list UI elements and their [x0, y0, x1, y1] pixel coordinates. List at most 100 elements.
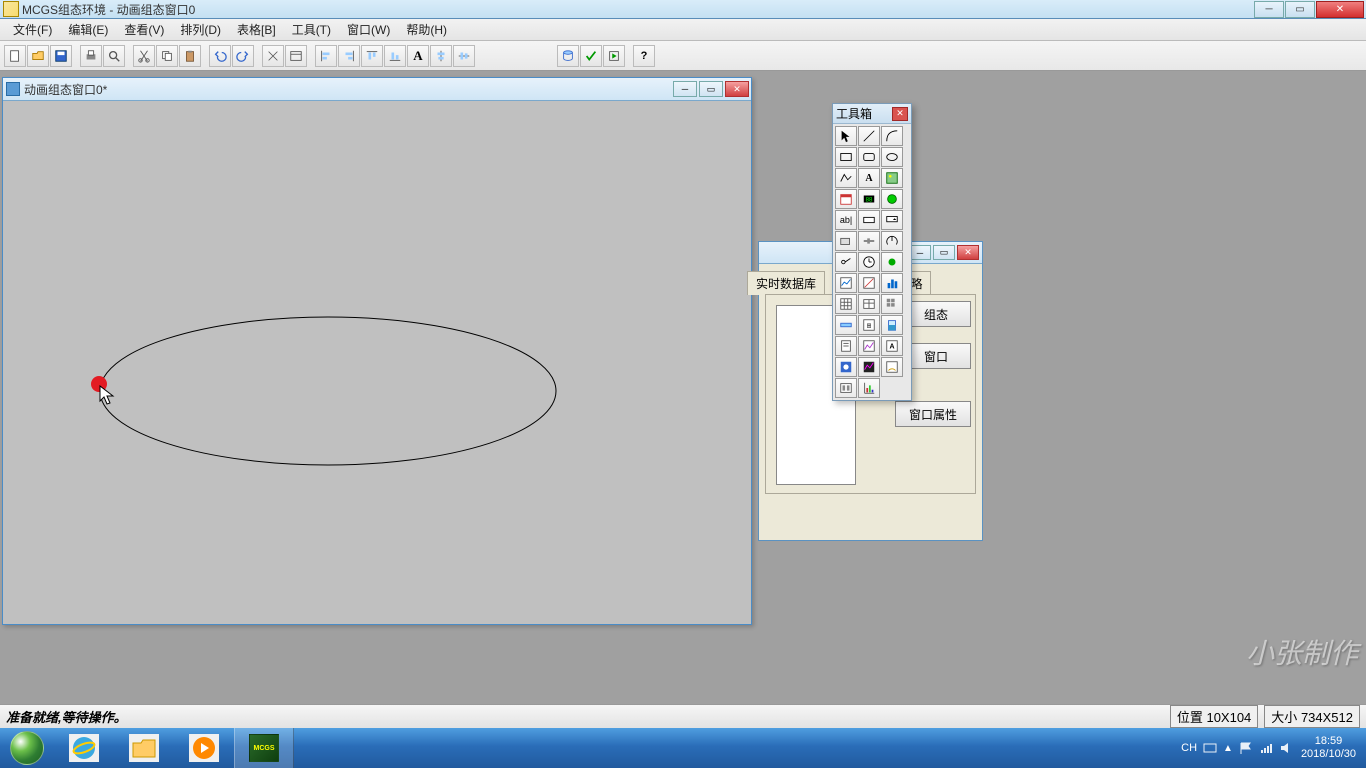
main-toolbar: A ? — [0, 41, 1366, 71]
tool-xy-icon[interactable] — [858, 273, 880, 293]
drawing-canvas[interactable] — [3, 101, 751, 624]
tb-new-icon[interactable] — [4, 45, 26, 67]
tb-align-vcenter-icon[interactable] — [453, 45, 475, 67]
ellipse-shape — [100, 317, 556, 465]
tb-font-icon[interactable]: A — [407, 45, 429, 67]
menu-window[interactable]: 窗口(W) — [339, 19, 398, 40]
tb-cut-icon[interactable] — [133, 45, 155, 67]
tool-component-icon[interactable] — [835, 378, 857, 398]
tb-align-hcenter-icon[interactable] — [430, 45, 452, 67]
tool-history-icon[interactable] — [858, 336, 880, 356]
tool-lamp-icon[interactable] — [881, 189, 903, 209]
tool-report-icon[interactable] — [835, 336, 857, 356]
taskbar-ie[interactable] — [54, 728, 114, 768]
tool-pipe-icon[interactable] — [835, 315, 857, 335]
panel-btn-winprops[interactable]: 窗口属性 — [895, 401, 971, 427]
tb-check-icon[interactable] — [580, 45, 602, 67]
panel-maximize-button[interactable]: ▭ — [933, 245, 955, 260]
tb-save-icon[interactable] — [50, 45, 72, 67]
tool-arc-icon[interactable] — [881, 126, 903, 146]
tb-redo-icon[interactable] — [232, 45, 254, 67]
tb-preview-icon[interactable] — [103, 45, 125, 67]
menu-tools[interactable]: 工具(T) — [284, 19, 339, 40]
maximize-button[interactable]: ▭ — [1285, 1, 1315, 18]
tray-flag-icon[interactable] — [1239, 741, 1253, 755]
tray-volume-icon[interactable] — [1279, 741, 1293, 755]
tb-window-icon[interactable] — [285, 45, 307, 67]
taskbar-mcgs[interactable]: MCGS — [234, 728, 294, 768]
close-button[interactable]: ✕ — [1316, 1, 1364, 18]
tool-tank-icon[interactable] — [881, 315, 903, 335]
tb-help-icon[interactable]: ? — [633, 45, 655, 67]
tb-db-icon[interactable] — [557, 45, 579, 67]
toolbox-close-button[interactable]: ✕ — [892, 107, 908, 121]
tb-align-top-icon[interactable] — [361, 45, 383, 67]
tray-network-icon[interactable] — [1259, 741, 1273, 755]
toolbox-palette[interactable]: 工具箱 ✕ A 88 ab| — [832, 103, 912, 401]
svg-text:⊞: ⊞ — [866, 323, 871, 330]
tb-undo-icon[interactable] — [209, 45, 231, 67]
menu-file[interactable]: 文件(F) — [5, 19, 60, 40]
tool-text-icon[interactable]: A — [858, 168, 880, 188]
tool-matrix-icon[interactable] — [881, 294, 903, 314]
tb-properties-icon[interactable] — [262, 45, 284, 67]
tb-align-left-icon[interactable] — [315, 45, 337, 67]
tool-display-icon[interactable] — [858, 210, 880, 230]
tb-copy-icon[interactable] — [156, 45, 178, 67]
drawing-close-button[interactable]: ✕ — [725, 81, 749, 97]
menu-edit[interactable]: 编辑(E) — [60, 19, 116, 40]
tb-print-icon[interactable] — [80, 45, 102, 67]
tb-run-icon[interactable] — [603, 45, 625, 67]
drawing-maximize-button[interactable]: ▭ — [699, 81, 723, 97]
tray-chevron-up-icon[interactable]: ▲ — [1223, 743, 1233, 754]
menu-table[interactable]: 表格[B] — [229, 19, 284, 40]
tool-led-icon[interactable] — [881, 252, 903, 272]
tool-dropdown-icon[interactable] — [881, 210, 903, 230]
tool-input-icon[interactable]: ab| — [835, 210, 857, 230]
tb-open-icon[interactable] — [27, 45, 49, 67]
tool-rectangle-icon[interactable] — [835, 147, 857, 167]
tool-polyline-icon[interactable] — [835, 168, 857, 188]
menu-arrange[interactable]: 排列(D) — [172, 19, 229, 40]
tb-paste-icon[interactable] — [179, 45, 201, 67]
start-button[interactable] — [0, 728, 54, 768]
menu-view[interactable]: 查看(V) — [116, 19, 172, 40]
tray-ime-label[interactable]: CH — [1181, 742, 1197, 754]
tray-keyboard-icon[interactable] — [1203, 741, 1217, 755]
tool-chart-icon[interactable] — [858, 378, 880, 398]
tool-bar-icon[interactable] — [881, 273, 903, 293]
tool-grid-icon[interactable] — [835, 294, 857, 314]
tool-bitmap-icon[interactable] — [881, 168, 903, 188]
tray-clock[interactable]: 18:59 2018/10/30 — [1301, 735, 1356, 761]
tool-alarm-icon[interactable]: A — [881, 336, 903, 356]
minimize-button[interactable]: ─ — [1254, 1, 1284, 18]
tool-switch-icon[interactable] — [835, 252, 857, 272]
taskbar-mediaplayer[interactable] — [174, 728, 234, 768]
tool-line-icon[interactable] — [858, 126, 880, 146]
tool-pointer-icon[interactable] — [835, 126, 857, 146]
tb-align-bottom-icon[interactable] — [384, 45, 406, 67]
tool-digit-icon[interactable]: 88 — [858, 189, 880, 209]
tool-button-icon[interactable] — [835, 231, 857, 251]
taskbar-explorer[interactable] — [114, 728, 174, 768]
tool-knob-icon[interactable] — [881, 231, 903, 251]
tool-datetime-icon[interactable] — [835, 189, 857, 209]
panel-minimize-button[interactable]: ─ — [909, 245, 931, 260]
drawing-window-titlebar[interactable]: 动画组态窗口0* ─ ▭ ✕ — [3, 78, 751, 101]
tool-ellipse-icon[interactable] — [881, 147, 903, 167]
tool-slider-icon[interactable] — [858, 231, 880, 251]
tool-trend-icon[interactable] — [835, 273, 857, 293]
menu-help[interactable]: 帮助(H) — [398, 19, 455, 40]
drawing-minimize-button[interactable]: ─ — [673, 81, 697, 97]
tool-clock-icon[interactable] — [858, 252, 880, 272]
tool-curve-icon[interactable] — [858, 357, 880, 377]
tool-gauge-icon[interactable] — [881, 357, 903, 377]
panel-tab-database[interactable]: 实时数据库 — [747, 271, 825, 295]
tool-valve-icon[interactable]: ⊞ — [858, 315, 880, 335]
tool-table-icon[interactable] — [858, 294, 880, 314]
panel-close-button[interactable]: ✕ — [957, 245, 979, 260]
tb-align-right-icon[interactable] — [338, 45, 360, 67]
tool-roundrect-icon[interactable] — [858, 147, 880, 167]
tool-animation-icon[interactable] — [835, 357, 857, 377]
toolbox-titlebar[interactable]: 工具箱 ✕ — [833, 104, 911, 124]
